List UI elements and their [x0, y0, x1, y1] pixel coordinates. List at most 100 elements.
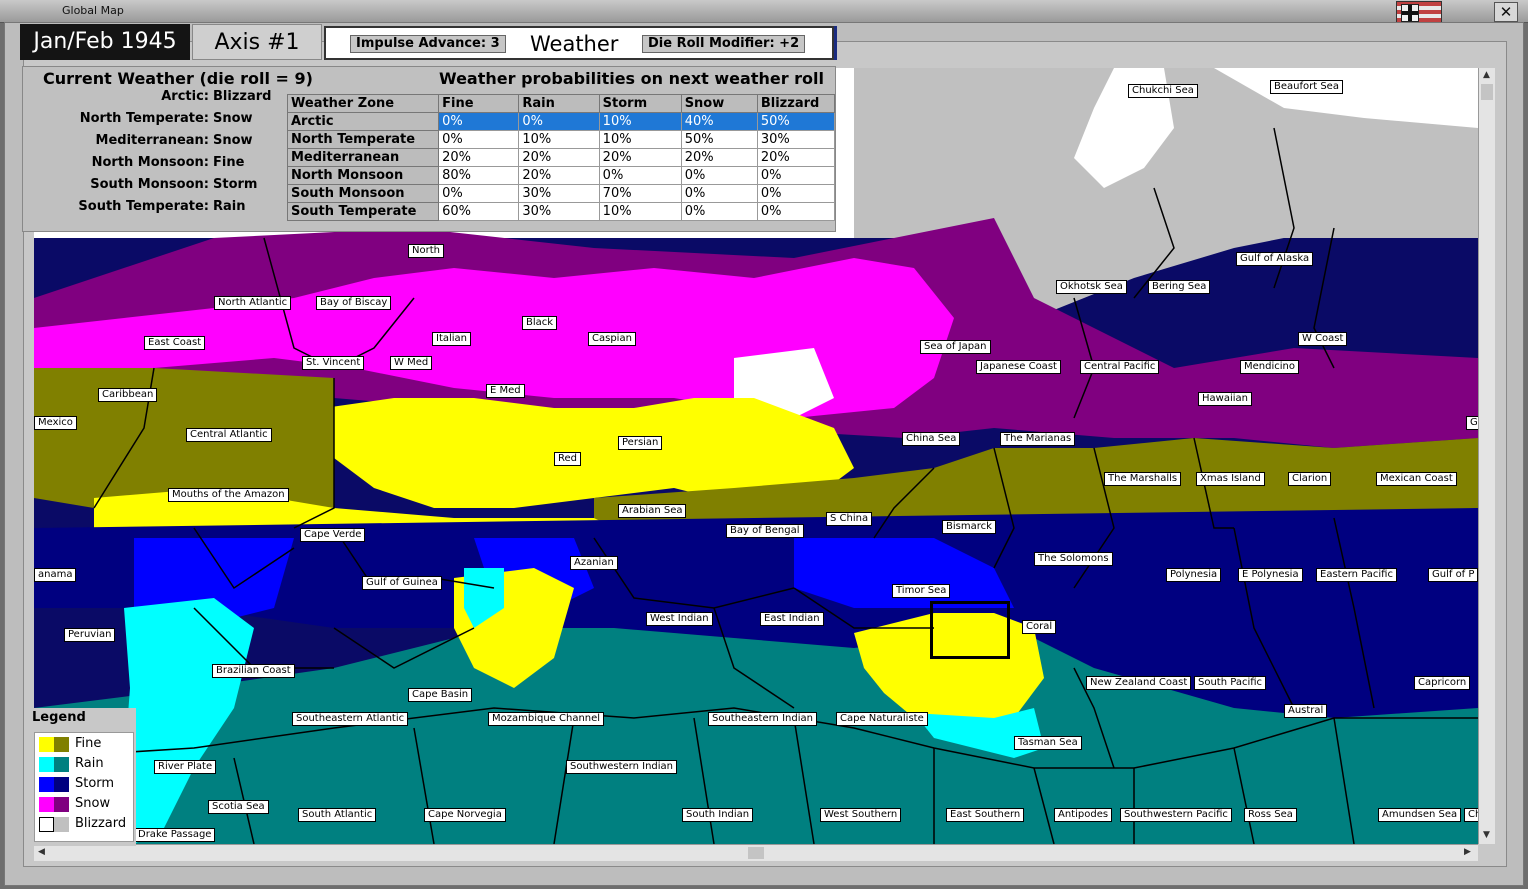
sea-area-label[interactable]: East Indian — [760, 612, 824, 626]
sea-area-label[interactable]: Amundsen Sea — [1378, 808, 1462, 822]
sea-area-label[interactable]: Central Pacific — [1080, 360, 1160, 374]
sea-area-label[interactable]: Timor Sea — [892, 584, 951, 598]
sea-area-label[interactable]: Persian — [618, 436, 663, 450]
scroll-right-icon[interactable]: ▶ — [1464, 847, 1471, 857]
sea-area-label[interactable]: Arabian Sea — [618, 504, 687, 518]
scroll-down-icon[interactable]: ▼ — [1483, 830, 1490, 840]
sea-area-label[interactable]: Southwestern Indian — [566, 760, 678, 774]
sea-area-label[interactable]: Cape Naturaliste — [836, 712, 928, 726]
sea-area-label[interactable]: Red — [554, 452, 581, 466]
sea-area-label[interactable]: W Med — [390, 356, 433, 370]
sea-area-label[interactable]: Mexican Coast — [1376, 472, 1457, 486]
sea-area-label[interactable]: Cape Verde — [300, 528, 366, 542]
sea-area-label[interactable]: W Coast — [1298, 332, 1348, 346]
sea-area-label[interactable]: Bering Sea — [1148, 280, 1211, 294]
sea-area-label[interactable]: China Sea — [902, 432, 961, 446]
sea-area-label[interactable]: Sea of Japan — [920, 340, 991, 354]
close-button[interactable]: ✕ — [1494, 2, 1518, 22]
sea-area-label[interactable]: Caribbean — [98, 388, 158, 402]
sea-area-label[interactable]: New Zealand Coast — [1086, 676, 1192, 690]
sea-area-label[interactable]: Southwestern Pacific — [1120, 808, 1232, 822]
sea-area-label[interactable]: The Marianas — [1000, 432, 1076, 446]
sea-area-label[interactable]: Peruvian — [64, 628, 116, 642]
sea-area-label[interactable]: Hawaiian — [1198, 392, 1252, 406]
scroll-up-icon[interactable]: ▲ — [1483, 70, 1490, 80]
sea-area-label[interactable]: North Atlantic — [214, 296, 292, 310]
sea-area-label[interactable]: East Southern — [946, 808, 1025, 822]
sea-area-label[interactable]: Mendicino — [1240, 360, 1299, 374]
table-header[interactable]: Rain — [518, 94, 600, 113]
map-vertical-scrollbar[interactable]: ▲ ▼ — [1478, 68, 1495, 844]
map-view-selector[interactable] — [930, 601, 1010, 659]
sea-area-label[interactable]: South Indian — [682, 808, 754, 822]
sea-area-label[interactable]: Central Atlantic — [186, 428, 272, 442]
table-header[interactable]: Blizzard — [756, 94, 836, 113]
table-row[interactable]: Mediterranean 20% 20% 20% 20% 20% — [286, 148, 836, 167]
sea-area-label[interactable]: Austral — [1284, 704, 1328, 718]
sea-area-label[interactable]: Coral — [1022, 620, 1057, 634]
sea-area-label[interactable]: Mozambique Channel — [488, 712, 605, 726]
sea-area-label[interactable]: Italian — [432, 332, 472, 346]
sea-area-label[interactable]: Tasman Sea — [1014, 736, 1082, 750]
sea-area-label[interactable]: Ch — [1464, 808, 1478, 822]
sea-area-label[interactable]: Mexico — [34, 416, 77, 430]
table-header[interactable]: Fine — [438, 94, 520, 113]
table-row[interactable]: North Temperate 0% 10% 10% 50% 30% — [286, 130, 836, 149]
sea-area-label[interactable]: S China — [826, 512, 873, 526]
sea-area-label[interactable]: Azanian — [570, 556, 618, 570]
sea-area-label[interactable]: G — [1466, 416, 1478, 430]
sea-area-label[interactable]: Clarion — [1288, 472, 1332, 486]
sea-area-label[interactable]: Gulf of Alaska — [1236, 252, 1314, 266]
sea-area-label[interactable]: Capricorn — [1414, 676, 1471, 690]
sea-area-label[interactable]: Bismarck — [942, 520, 996, 534]
sea-area-label[interactable]: North — [408, 244, 444, 258]
table-row[interactable]: North Monsoon 80% 20% 0% 0% 0% — [286, 166, 836, 185]
table-row[interactable]: South Temperate 60% 30% 10% 0% 0% — [286, 202, 836, 221]
sea-area-label[interactable]: Ross Sea — [1244, 808, 1297, 822]
sea-area-label[interactable]: Bay of Biscay — [316, 296, 392, 310]
sea-area-label[interactable]: Bay of Bengal — [726, 524, 804, 538]
table-row[interactable]: South Monsoon 0% 30% 70% 0% 0% — [286, 184, 836, 203]
table-header[interactable]: Storm — [598, 94, 682, 113]
sea-area-label[interactable]: Okhotsk Sea — [1056, 280, 1127, 294]
sea-area-label[interactable]: East Coast — [144, 336, 206, 350]
sea-area-label[interactable]: The Solomons — [1034, 552, 1113, 566]
sea-area-label[interactable]: Gulf of Guinea — [362, 576, 442, 590]
table-header[interactable]: Snow — [680, 94, 758, 113]
sea-area-label[interactable]: Black — [522, 316, 558, 330]
vertical-scroll-thumb[interactable] — [1481, 84, 1493, 100]
sea-area-label[interactable]: Southeastern Atlantic — [292, 712, 409, 726]
sea-area-label[interactable]: Southeastern Indian — [708, 712, 817, 726]
sea-area-label[interactable]: West Southern — [820, 808, 902, 822]
sea-area-label[interactable]: Drake Passage — [134, 828, 216, 842]
sea-area-label[interactable]: E Med — [486, 384, 525, 398]
sea-area-label[interactable]: anama — [34, 568, 77, 582]
sea-area-label[interactable]: St. Vincent — [302, 356, 365, 370]
sea-area-label[interactable]: Chukchi Sea — [1128, 84, 1198, 98]
sea-area-label[interactable]: Antipodes — [1054, 808, 1113, 822]
sea-area-label[interactable]: Scotia Sea — [208, 800, 269, 814]
sea-area-label[interactable]: Japanese Coast — [976, 360, 1061, 374]
sea-area-label[interactable]: Caspian — [588, 332, 636, 346]
table-header[interactable]: Weather Zone — [286, 94, 440, 113]
sea-area-label[interactable]: Brazilian Coast — [212, 664, 295, 678]
sea-area-label[interactable]: Polynesia — [1166, 568, 1222, 582]
sea-area-label[interactable]: Gulf of P — [1428, 568, 1478, 582]
scroll-left-icon[interactable]: ◀ — [38, 847, 45, 857]
sea-area-label[interactable]: Mouths of the Amazon — [168, 488, 289, 502]
sea-area-label[interactable]: The Marshalls — [1104, 472, 1182, 486]
sea-area-label[interactable]: Cape Norvegia — [424, 808, 506, 822]
nation-flag-icon — [1396, 1, 1442, 23]
sea-area-label[interactable]: Cape Basin — [408, 688, 473, 702]
sea-area-label[interactable]: River Plate — [154, 760, 217, 774]
sea-area-label[interactable]: Eastern Pacific — [1316, 568, 1397, 582]
map-horizontal-scrollbar[interactable]: ◀ ▶ — [34, 844, 1478, 861]
sea-area-label[interactable]: South Pacific — [1194, 676, 1267, 690]
sea-area-label[interactable]: Xmas Island — [1196, 472, 1265, 486]
sea-area-label[interactable]: E Polynesia — [1238, 568, 1303, 582]
sea-area-label[interactable]: West Indian — [646, 612, 713, 626]
table-row[interactable]: Arctic 0% 0% 10% 40% 50% — [286, 112, 836, 131]
horizontal-scroll-thumb[interactable] — [748, 847, 764, 859]
sea-area-label[interactable]: South Atlantic — [298, 808, 377, 822]
sea-area-label[interactable]: Beaufort Sea — [1270, 80, 1343, 94]
